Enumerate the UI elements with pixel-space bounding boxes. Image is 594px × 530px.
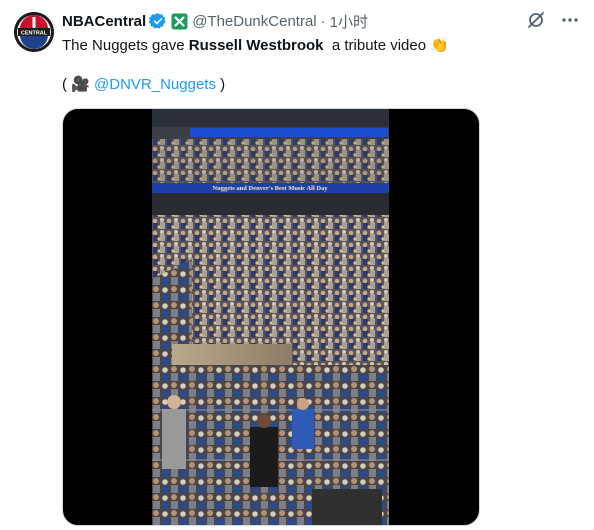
separator-dot: · <box>320 12 326 30</box>
author-handle[interactable]: @TheDunkCentral <box>192 13 316 30</box>
camera-emoji: 🎥 <box>71 76 90 93</box>
tweet-text-end: a tribute video <box>323 37 431 54</box>
avatar[interactable]: CENTRAL <box>14 12 54 52</box>
tweet-credit: ( 🎥 @DNVR_Nuggets ) <box>62 75 225 95</box>
tweet-text: The Nuggets gave Russell Westbrook a tri… <box>62 36 449 56</box>
tweet-header: NBACentral @TheDunkCentral · 1小时 <box>62 11 368 31</box>
tweet-card[interactable]: CENTRAL NBACentral @TheDunkCentral · 1小时 <box>0 0 594 530</box>
credit-close-paren: ) <box>215 76 226 93</box>
tweet-timestamp[interactable]: 1小时 <box>330 11 368 32</box>
more-options-icon[interactable] <box>560 10 580 30</box>
tweet-text-start: The Nuggets gave <box>62 37 189 54</box>
verified-badge-icon <box>149 12 167 30</box>
affiliate-badge-icon <box>171 13 188 30</box>
credit-open-paren: ( <box>62 76 72 93</box>
clapping-hands-emoji: 👏 <box>430 37 449 54</box>
arena-crowd-image: Nuggets and Denver's Best Music All Day <box>152 109 389 525</box>
display-name[interactable]: NBACentral <box>62 13 146 30</box>
avatar-logo-text: CENTRAL <box>21 31 48 37</box>
mention-link[interactable]: @DNVR_Nuggets <box>90 76 216 93</box>
tweet-top-actions <box>526 10 580 30</box>
arena-ribbon-text: Nuggets and Denver's Best Music All Day <box>212 185 328 192</box>
video-player[interactable]: Nuggets and Denver's Best Music All Day <box>62 108 480 526</box>
tweet-text-bold-name: Russell Westbrook <box>188 37 324 54</box>
grok-icon[interactable] <box>526 10 546 30</box>
video-frame[interactable]: Nuggets and Denver's Best Music All Day <box>152 109 389 525</box>
